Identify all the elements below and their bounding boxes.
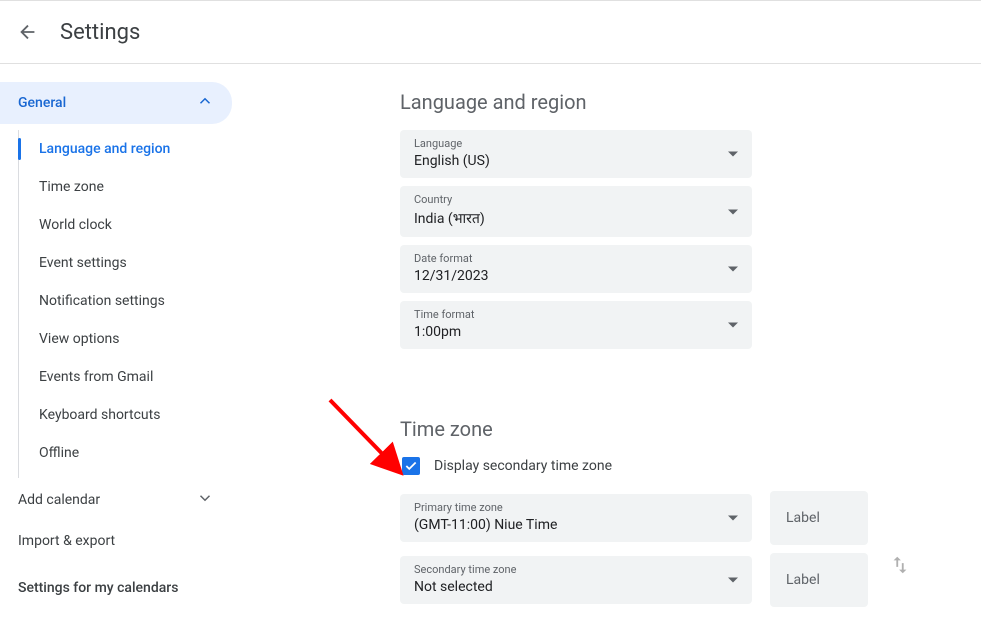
sidebar-item-label: Import & export [18, 533, 115, 549]
country-select[interactable]: Country India (भारत) [400, 186, 752, 237]
caret-down-icon [728, 260, 738, 279]
caret-down-icon [728, 571, 738, 590]
secondary-timezone-row: Secondary time zone Not selected Label [400, 553, 921, 607]
field-label: Secondary time zone [414, 563, 738, 576]
display-secondary-label: Display secondary time zone [434, 458, 612, 474]
back-button[interactable] [16, 20, 40, 44]
field-value: India (भारत) [414, 209, 738, 228]
field-label: Date format [414, 252, 738, 265]
swap-vert-icon [889, 554, 911, 576]
sidebar-item-label: Add calendar [18, 492, 100, 508]
section-title-timezone: Time zone [400, 417, 921, 441]
sidebar-item-add-calendar[interactable]: Add calendar [0, 478, 232, 522]
field-value: Not selected [414, 579, 738, 595]
primary-timezone-row: Primary time zone (GMT-11:00) Niue Time … [400, 491, 921, 545]
caret-down-icon [728, 509, 738, 528]
swap-timezones-button[interactable] [889, 554, 911, 580]
language-select[interactable]: Language English (US) [400, 130, 752, 178]
secondary-timezone-select[interactable]: Secondary time zone Not selected [400, 556, 752, 604]
page-title: Settings [60, 20, 140, 45]
check-icon [404, 459, 418, 473]
sidebar-item-time-zone[interactable]: Time zone [19, 168, 260, 206]
sidebar-subitems: Language and region Time zone World cloc… [18, 130, 260, 478]
sidebar-item-language-region[interactable]: Language and region [19, 130, 260, 168]
time-format-select[interactable]: Time format 1:00pm [400, 301, 752, 349]
sidebar-item-import-export[interactable]: Import & export [0, 522, 232, 560]
field-label: Primary time zone [414, 501, 738, 514]
secondary-label-input[interactable]: Label [770, 553, 868, 607]
sidebar-my-calendars-header: Settings for my calendars [0, 560, 260, 606]
sidebar: General Language and region Time zone Wo… [0, 64, 260, 626]
field-label: Time format [414, 308, 738, 321]
field-value: 12/31/2023 [414, 268, 738, 284]
section-title-language-region: Language and region [400, 90, 921, 114]
top-bar: Settings [0, 0, 981, 64]
sidebar-item-keyboard-shortcuts[interactable]: Keyboard shortcuts [19, 396, 260, 434]
sidebar-item-offline[interactable]: Offline [19, 434, 260, 472]
field-value: (GMT-11:00) Niue Time [414, 517, 738, 533]
sidebar-item-event-settings[interactable]: Event settings [19, 244, 260, 282]
field-label: Language [414, 137, 738, 150]
display-secondary-checkbox[interactable] [402, 457, 420, 475]
sidebar-section-label: General [18, 95, 66, 111]
field-label: Country [414, 193, 738, 206]
display-secondary-row: Display secondary time zone [400, 457, 921, 475]
field-value: English (US) [414, 153, 738, 169]
sidebar-section-general[interactable]: General [0, 82, 232, 124]
primary-label-input[interactable]: Label [770, 491, 868, 545]
arrow-left-icon [17, 21, 39, 43]
chevron-down-icon [196, 489, 214, 511]
caret-down-icon [728, 145, 738, 164]
primary-timezone-select[interactable]: Primary time zone (GMT-11:00) Niue Time [400, 494, 752, 542]
sidebar-item-notification-settings[interactable]: Notification settings [19, 282, 260, 320]
sidebar-item-world-clock[interactable]: World clock [19, 206, 260, 244]
sidebar-item-view-options[interactable]: View options [19, 320, 260, 358]
sidebar-item-events-gmail[interactable]: Events from Gmail [19, 358, 260, 396]
main-content: Language and region Language English (US… [260, 64, 981, 626]
field-value: 1:00pm [414, 324, 738, 340]
date-format-select[interactable]: Date format 12/31/2023 [400, 245, 752, 293]
chevron-up-icon [196, 92, 214, 114]
caret-down-icon [728, 202, 738, 221]
caret-down-icon [728, 316, 738, 335]
